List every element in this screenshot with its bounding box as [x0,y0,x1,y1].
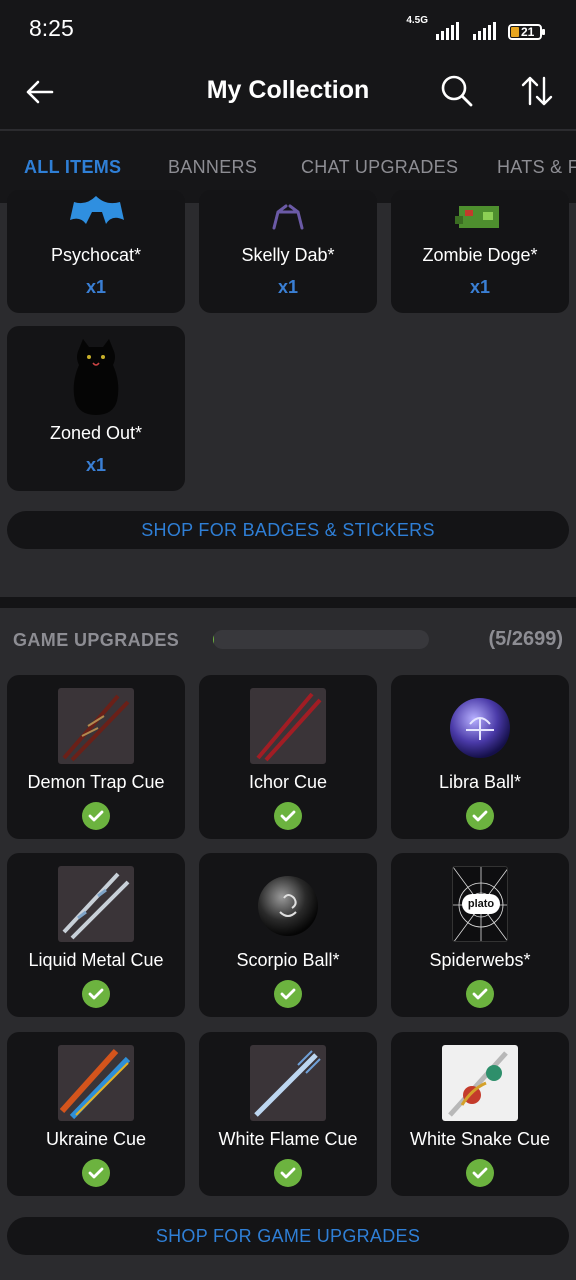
badge-qty: x1 [85,455,107,475]
badge-card-zombie-doge[interactable]: Zombie Doge* x1 [391,190,569,313]
collection-count: (5/2699) [488,628,564,650]
shop-game-upgrades-button[interactable]: SHOP FOR GAME UPGRADES [7,1217,569,1255]
status-time: 8:25 [29,15,74,41]
scorpio-ball-thumbnail [258,876,318,936]
spiderwebs-thumbnail: plato [452,866,508,942]
owned-check-icon [466,1159,494,1187]
liquid-metal-cue-thumbnail [58,866,134,942]
upgrade-name: Ichor Cue [248,772,328,792]
game-upgrades-title: GAME UPGRADES [13,630,180,650]
upgrade-card-libra-ball[interactable]: Libra Ball* [391,675,569,839]
badge-name: Zombie Doge* [422,245,538,265]
owned-check-icon [274,980,302,1008]
white-snake-cue-thumbnail [442,1045,518,1121]
upgrade-name: Liquid Metal Cue [28,950,164,970]
page-title: My Collection [206,76,370,104]
upgrade-card-liquid-metal-cue[interactable]: Liquid Metal Cue [7,853,185,1017]
app-bar: My Collection [0,56,576,130]
owned-check-icon [82,980,110,1008]
upgrade-card-spiderwebs[interactable]: plato Spiderwebs* [391,853,569,1017]
libra-ball-thumbnail [450,698,510,758]
skelly-dab-sticker-icon [272,204,304,230]
cell-signal-2-icon [473,22,496,40]
owned-check-icon [274,802,302,830]
upgrade-card-white-snake-cue[interactable]: White Snake Cue [391,1032,569,1196]
ichor-cue-thumbnail [250,688,326,764]
upgrade-card-scorpio-ball[interactable]: Scorpio Ball* [199,853,377,1017]
plato-logo: plato [462,894,500,914]
upgrade-card-demon-trap-cue[interactable]: Demon Trap Cue [7,675,185,839]
sort-button[interactable] [518,72,556,110]
battery-level: 21 [521,25,535,39]
owned-check-icon [82,1159,110,1187]
zombie-doge-sticker-icon [455,206,499,228]
upgrade-card-ichor-cue[interactable]: Ichor Cue [199,675,377,839]
demon-trap-cue-thumbnail [58,688,134,764]
network-type-label: 4.5G [406,15,428,26]
badge-name: Zoned Out* [49,423,143,443]
upgrade-name: White Snake Cue [409,1129,551,1149]
upgrade-card-ukraine-cue[interactable]: Ukraine Cue [7,1032,185,1196]
badge-card-zoned-out[interactable]: Zoned Out* x1 [7,326,185,491]
upgrade-name: Demon Trap Cue [27,772,165,792]
upgrade-name: Libra Ball* [438,772,522,792]
badge-name: Psychocat* [50,245,142,265]
sort-arrows-icon [521,76,553,106]
tab-chat-upgrades[interactable]: CHAT UPGRADES [301,157,458,178]
owned-check-icon [82,802,110,830]
cell-signal-icon [436,22,459,40]
status-bar: 8:25 4.5G 21 [0,0,576,56]
upgrade-name: Ukraine Cue [45,1129,147,1149]
badge-name: Skelly Dab* [241,245,335,265]
psychocat-sticker-icon [70,196,124,224]
search-button[interactable] [438,72,476,110]
tab-hats[interactable]: HATS & F [497,157,576,178]
upgrade-card-white-flame-cue[interactable]: White Flame Cue [199,1032,377,1196]
owned-check-icon [466,802,494,830]
shop-badges-button[interactable]: SHOP FOR BADGES & STICKERS [7,511,569,549]
badge-qty: x1 [469,277,491,297]
status-icons: 4.5G 21 [406,15,545,40]
tab-all-items[interactable]: ALL ITEMS [24,157,121,178]
badge-qty: x1 [277,277,299,297]
upgrade-name: Spiderwebs* [429,950,531,970]
ukraine-cue-thumbnail [58,1045,134,1121]
battery-icon: 21 [508,24,545,40]
black-cat-sticker-icon [73,339,119,415]
owned-check-icon [466,980,494,1008]
white-flame-cue-thumbnail [250,1045,326,1121]
upgrade-name: Scorpio Ball* [236,950,340,970]
badge-qty: x1 [85,277,107,297]
collection-progress-bar [213,630,429,649]
tab-banners[interactable]: BANNERS [168,157,257,178]
section-divider [0,597,576,608]
search-icon [441,75,473,107]
upgrade-name: White Flame Cue [218,1129,358,1149]
owned-check-icon [274,1159,302,1187]
badge-card-psychocat[interactable]: Psychocat* x1 [7,190,185,313]
badge-card-skelly-dab[interactable]: Skelly Dab* x1 [199,190,377,313]
